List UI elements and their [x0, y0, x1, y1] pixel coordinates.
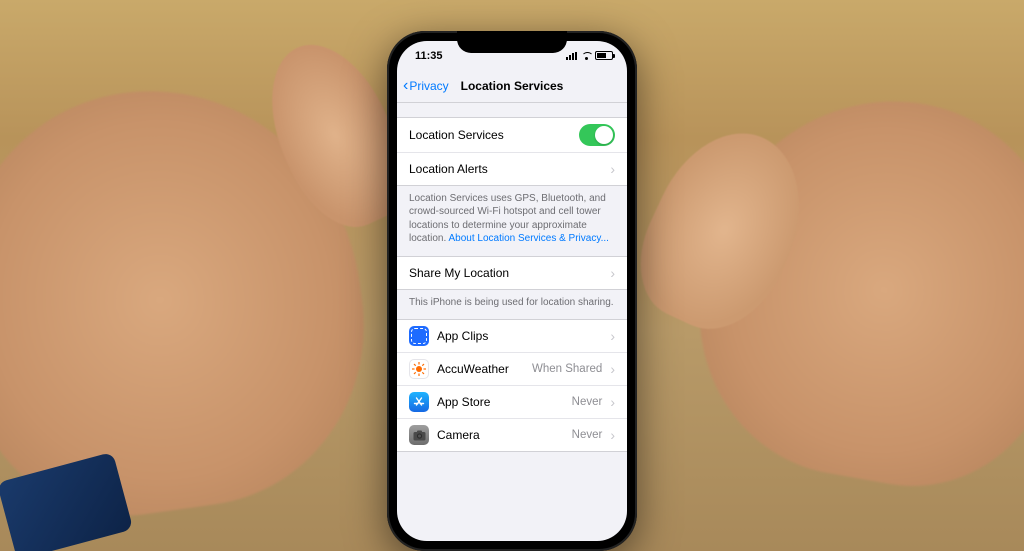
- location-alerts-row[interactable]: Location Alerts ›: [397, 153, 627, 185]
- chevron-right-icon: ›: [610, 328, 615, 344]
- app-permission-value: Never: [572, 396, 603, 408]
- app-name: App Clips: [437, 329, 594, 343]
- location-services-explanation: Location Services uses GPS, Bluetooth, a…: [397, 186, 627, 256]
- share-location-footer: This iPhone is being used for location s…: [397, 290, 627, 320]
- app-row-camera[interactable]: Camera Never ›: [397, 419, 627, 451]
- wifi-icon: [581, 52, 592, 60]
- status-indicators: [566, 51, 613, 60]
- about-privacy-link[interactable]: About Location Services & Privacy...: [448, 233, 608, 244]
- screen: 11:35 ‹ Privacy Location Services Locati…: [397, 41, 627, 541]
- location-alerts-label: Location Alerts: [409, 162, 602, 176]
- app-store-icon: [409, 392, 429, 412]
- app-permission-value: Never: [572, 429, 603, 441]
- accuweather-icon: [409, 359, 429, 379]
- location-services-toggle-row[interactable]: Location Services: [397, 118, 627, 153]
- app-list: App Clips › AccuWeather When Shared › Ap…: [397, 319, 627, 452]
- notch: [457, 31, 567, 53]
- app-name: Camera: [437, 428, 564, 442]
- app-row-accuweather[interactable]: AccuWeather When Shared ›: [397, 353, 627, 386]
- app-clips-icon: [409, 326, 429, 346]
- chevron-left-icon: ‹: [403, 78, 408, 94]
- battery-icon: [595, 51, 613, 60]
- chevron-right-icon: ›: [610, 161, 615, 177]
- chevron-right-icon: ›: [610, 265, 615, 281]
- app-name: AccuWeather: [437, 362, 524, 376]
- app-permission-value: When Shared: [532, 363, 602, 375]
- cellular-icon: [566, 52, 578, 60]
- back-button[interactable]: ‹ Privacy: [403, 78, 449, 94]
- back-label: Privacy: [409, 79, 448, 93]
- app-row-app-store[interactable]: App Store Never ›: [397, 386, 627, 419]
- app-row-app-clips[interactable]: App Clips ›: [397, 320, 627, 353]
- app-name: App Store: [437, 395, 564, 409]
- page-title: Location Services: [461, 79, 564, 93]
- location-services-label: Location Services: [409, 128, 571, 142]
- iphone-device: 11:35 ‹ Privacy Location Services Locati…: [387, 31, 637, 551]
- chevron-right-icon: ›: [610, 361, 615, 377]
- share-my-location-label: Share My Location: [409, 266, 602, 280]
- nav-bar: ‹ Privacy Location Services: [397, 71, 627, 103]
- share-my-location-row[interactable]: Share My Location ›: [397, 257, 627, 289]
- chevron-right-icon: ›: [610, 394, 615, 410]
- chevron-right-icon: ›: [610, 427, 615, 443]
- location-services-toggle[interactable]: [579, 124, 615, 146]
- status-time: 11:35: [415, 50, 443, 62]
- camera-icon: [409, 425, 429, 445]
